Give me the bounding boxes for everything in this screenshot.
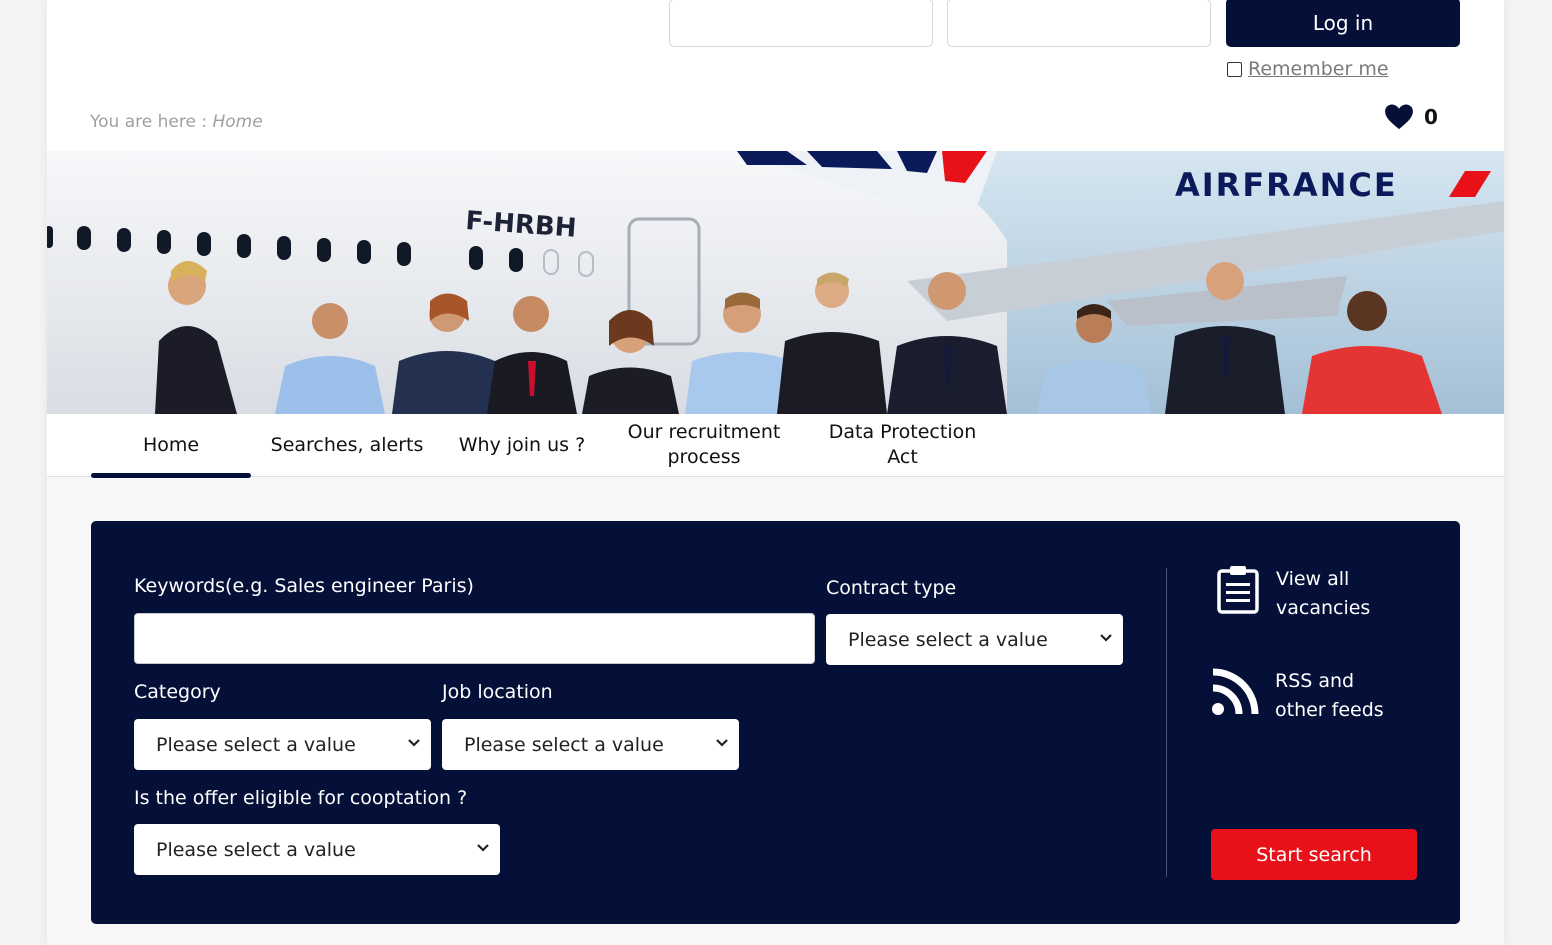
- rss-feeds-link[interactable]: RSS and other feeds: [1211, 666, 1405, 725]
- login-button[interactable]: Log in: [1226, 0, 1460, 47]
- cooptation-select[interactable]: Please select a value: [134, 824, 500, 875]
- banner-photo: F-HRBH AIRFRANCE: [47, 151, 1504, 414]
- remember-me-label[interactable]: Remember me: [1248, 58, 1389, 80]
- search-panel: Keywords(e.g. Sales engineer Paris) Cont…: [91, 521, 1460, 924]
- username-input[interactable]: [669, 0, 933, 47]
- view-all-vacancies-label: View all vacancies: [1276, 568, 1371, 619]
- top-bar: Log in Remember me You are here : Home 0: [47, 0, 1504, 151]
- password-input[interactable]: [947, 0, 1211, 47]
- breadcrumb: You are here : Home: [90, 112, 263, 132]
- chevron-down-icon: [716, 739, 728, 747]
- favorites-count: 0: [1424, 105, 1438, 129]
- nav-data-protection[interactable]: Data Protection Act: [815, 414, 990, 476]
- heart-icon: [1385, 104, 1413, 130]
- breadcrumb-prefix: You are here :: [90, 112, 208, 132]
- remember-me[interactable]: Remember me: [1227, 58, 1389, 80]
- category-select[interactable]: Please select a value: [134, 719, 431, 770]
- rss-feeds-label: RSS and other feeds: [1275, 670, 1384, 721]
- brand-logo: AIRFRANCE: [1175, 166, 1398, 204]
- start-search-button[interactable]: Start search: [1211, 829, 1417, 880]
- main-nav: Home Searches, alerts Why join us ? Our …: [47, 414, 1504, 478]
- hero-banner: F-HRBH AIRFRANCE: [47, 151, 1504, 414]
- contract-type-select[interactable]: Please select a value: [826, 614, 1123, 665]
- category-value: Please select a value: [156, 733, 356, 756]
- contract-type-label: Contract type: [826, 577, 957, 599]
- chevron-down-icon: [477, 844, 489, 852]
- page: Log in Remember me You are here : Home 0: [47, 0, 1504, 945]
- keywords-label: Keywords(e.g. Sales engineer Paris): [134, 575, 474, 597]
- contract-type-value: Please select a value: [848, 628, 1048, 651]
- nav-why-join-us[interactable]: Why join us ?: [447, 414, 597, 476]
- panel-divider: [1166, 568, 1167, 877]
- nav-recruitment-process[interactable]: Our recruitment process: [614, 414, 794, 476]
- nav-home[interactable]: Home: [91, 414, 251, 478]
- job-location-label: Job location: [442, 681, 553, 703]
- keywords-input[interactable]: [134, 613, 815, 664]
- chevron-down-icon: [1100, 634, 1112, 642]
- job-location-select[interactable]: Please select a value: [442, 719, 739, 770]
- nav-searches-alerts[interactable]: Searches, alerts: [261, 414, 433, 476]
- view-all-vacancies-link[interactable]: View all vacancies: [1216, 564, 1394, 623]
- job-location-value: Please select a value: [464, 733, 664, 756]
- clipboard-icon: [1217, 566, 1259, 614]
- cooptation-value: Please select a value: [156, 838, 356, 861]
- category-label: Category: [134, 681, 221, 703]
- breadcrumb-current: Home: [212, 112, 263, 132]
- chevron-down-icon: [408, 739, 420, 747]
- rss-icon: [1212, 668, 1259, 715]
- remember-me-checkbox[interactable]: [1227, 61, 1242, 77]
- cooptation-label: Is the offer eligible for cooptation ?: [134, 787, 468, 809]
- favorites[interactable]: 0: [1384, 104, 1438, 130]
